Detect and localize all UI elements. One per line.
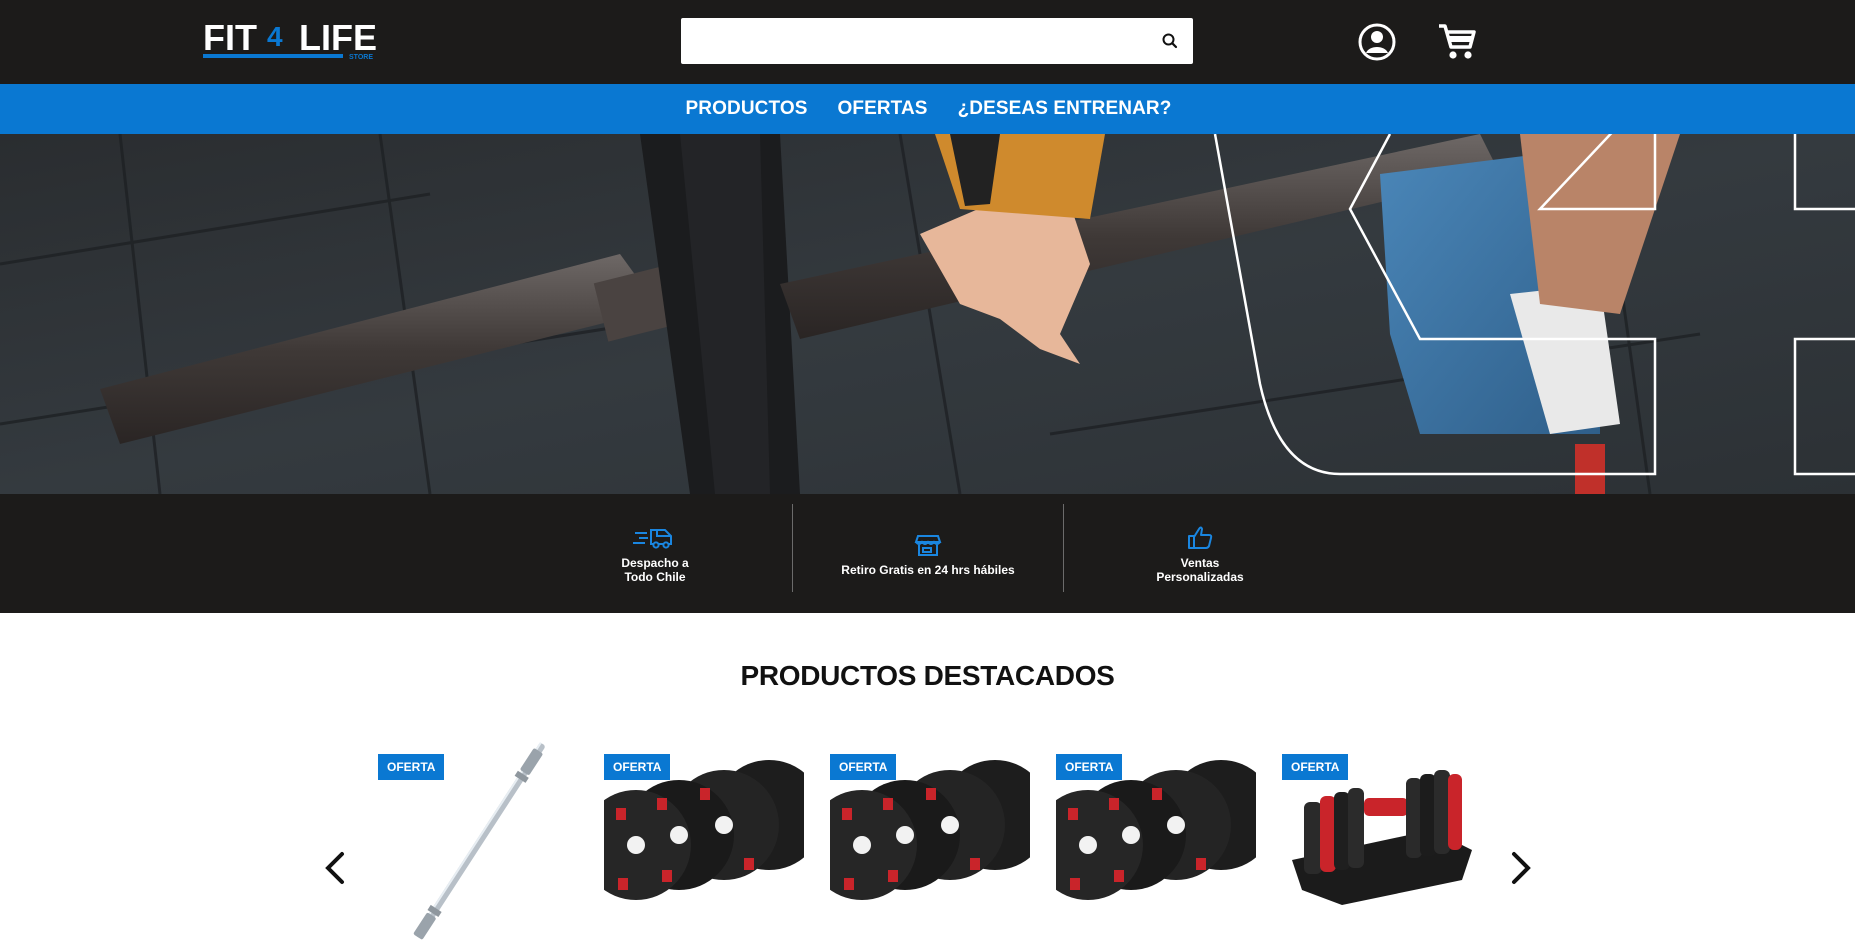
feature-sales: Ventas Personalizadas — [1100, 494, 1300, 613]
nav-productos[interactable]: PRODUCTOS — [686, 98, 808, 120]
product-card[interactable]: OFERTA — [378, 730, 578, 951]
nav-deseas-entrenar[interactable]: ¿DESEAS ENTRENAR? — [958, 98, 1172, 120]
nav-ofertas[interactable]: OFERTAS — [837, 98, 927, 120]
feature-divider — [792, 504, 793, 592]
offer-badge: OFERTA — [604, 754, 671, 780]
brand-name-part1: FIT — [203, 17, 257, 58]
truck-icon — [631, 524, 679, 552]
main-nav: PRODUCTOS OFERTAS ¿DESEAS ENTRENAR? — [0, 84, 1855, 134]
feature-sales-line1: Ventas — [1180, 555, 1220, 570]
product-card[interactable]: OFERTA — [1282, 730, 1482, 951]
feature-pickup: Retiro Gratis en 24 hrs hábiles — [792, 494, 1064, 613]
brand-name-part2: LIFE — [299, 17, 377, 58]
search-input[interactable] — [681, 18, 1141, 64]
feature-delivery-line1: Despacho a — [621, 555, 689, 570]
brand-logo[interactable]: FIT 4 LIFE STORE — [203, 16, 383, 64]
feature-delivery: Despacho a Todo Chile — [560, 494, 750, 613]
feature-divider — [1063, 504, 1064, 592]
brand-name-number: 4 — [267, 21, 283, 52]
offer-badge: OFERTA — [1282, 754, 1349, 780]
search-bar — [681, 18, 1193, 64]
featured-products-title: PRODUCTOS DESTACADOS — [740, 660, 1115, 691]
thumbs-up-icon — [1176, 524, 1224, 552]
feature-delivery-line2: Todo Chile — [624, 569, 686, 584]
top-header: FIT 4 LIFE STORE — [0, 0, 1855, 84]
offer-badge: OFERTA — [1056, 754, 1123, 780]
feature-sales-line2: Personalizadas — [1156, 569, 1244, 584]
product-card[interactable]: OFERTA — [604, 730, 804, 951]
hero-banner[interactable] — [0, 134, 1855, 494]
brand-sub: STORE — [349, 54, 373, 61]
store-icon — [904, 531, 952, 559]
feature-pickup-label: Retiro Gratis en 24 hrs hábiles — [841, 562, 1015, 577]
shopping-cart-icon[interactable] — [1434, 18, 1480, 64]
product-card[interactable]: OFERTA — [830, 730, 1030, 951]
carousel-next-arrow[interactable] — [1500, 846, 1540, 890]
product-card[interactable]: OFERTA — [1056, 730, 1256, 951]
search-icon[interactable] — [1159, 30, 1181, 52]
carousel-prev-arrow[interactable] — [316, 846, 356, 890]
offer-badge: OFERTA — [830, 754, 897, 780]
hero-image — [0, 134, 1855, 494]
user-account-icon[interactable] — [1355, 20, 1399, 64]
features-strip: Despacho a Todo Chile Retiro Gratis en 2… — [0, 494, 1855, 613]
offer-badge: OFERTA — [378, 754, 445, 780]
